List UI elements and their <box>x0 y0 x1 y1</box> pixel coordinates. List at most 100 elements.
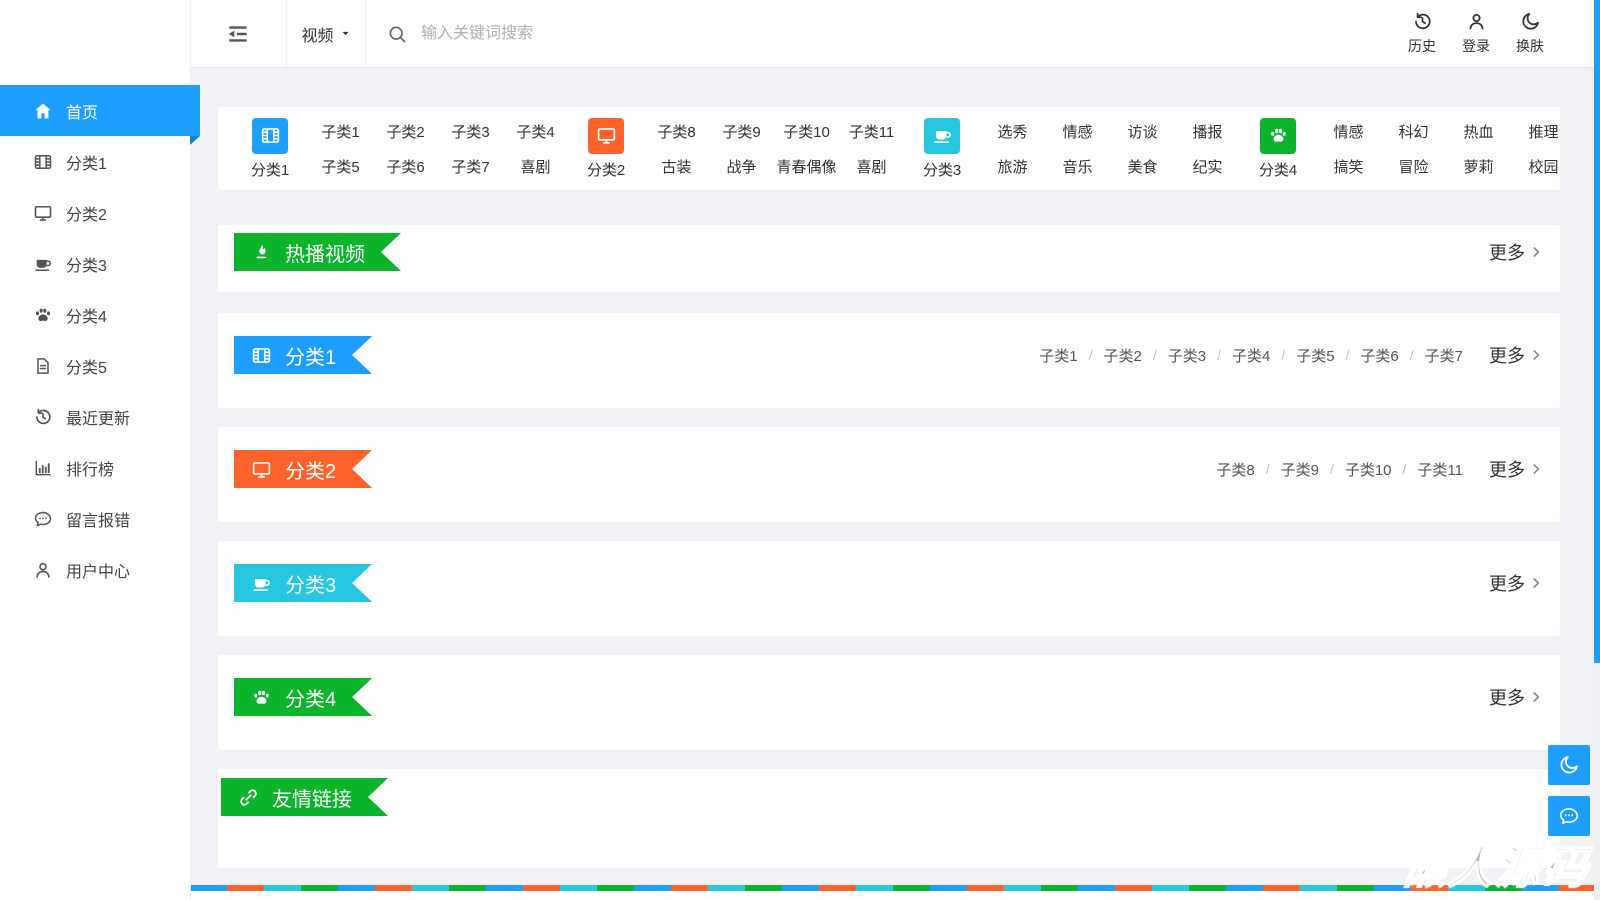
channel-dropdown[interactable]: 视频 <box>287 0 366 67</box>
scrollbar-thumb[interactable] <box>1594 0 1600 663</box>
skin-button[interactable]: 换肤 <box>1516 11 1544 56</box>
quick-subcategory-link[interactable]: 访谈 <box>1127 121 1157 142</box>
separator: / <box>1402 461 1407 477</box>
quick-subcategory-link[interactable]: 科幻 <box>1398 121 1428 142</box>
quick-subcategory-link[interactable]: 子类4 <box>516 121 554 142</box>
coffee-icon <box>251 573 272 594</box>
subcategory-link[interactable]: 子类9 <box>1281 459 1319 480</box>
login-label: 登录 <box>1462 38 1490 54</box>
section-card-hot: 热播视频 更多 <box>218 225 1560 292</box>
quick-subcategory-link[interactable]: 战争 <box>726 156 756 177</box>
login-button[interactable]: 登录 <box>1462 11 1490 56</box>
topbar: 视频 历史 登录 换肤 <box>190 0 1600 68</box>
outdent-icon <box>225 21 251 47</box>
subcategory-link[interactable]: 子类3 <box>1168 345 1206 366</box>
quick-subcategory-link[interactable]: 子类2 <box>386 121 424 142</box>
quick-category[interactable]: 分类4 <box>1240 117 1316 180</box>
quick-subcategory-link[interactable]: 校园 <box>1528 156 1558 177</box>
more-link[interactable]: 更多 <box>1489 342 1544 368</box>
quick-category[interactable]: 分类1 <box>232 117 308 180</box>
quick-subcategory-link[interactable]: 情感 <box>1333 121 1363 142</box>
quick-category[interactable]: 分类2 <box>568 117 644 180</box>
quick-categories-card: 分类1 子类1 子类5 子类2 子类6 子类3 子类7 子类4 喜剧 分类2 子类8 古装 子类9 战争子… <box>218 107 1560 190</box>
collapse-menu-button[interactable] <box>190 0 287 67</box>
quick-subcategory-link[interactable]: 旅游 <box>997 156 1027 177</box>
quick-subcategory-column: 访谈 美食 <box>1110 121 1175 177</box>
sidebar-item-category2[interactable]: 分类2 <box>0 187 190 238</box>
quick-subcategory-link[interactable]: 冒险 <box>1398 156 1428 177</box>
quick-subcategory-link[interactable]: 纪实 <box>1192 156 1222 177</box>
coffee-icon <box>924 117 960 154</box>
subcategory-link[interactable]: 子类8 <box>1216 459 1254 480</box>
sidebar-item-category4[interactable]: 分类4 <box>0 289 190 340</box>
quick-category[interactable]: 分类3 <box>904 117 980 180</box>
quick-subcategory-link[interactable]: 子类1 <box>321 121 359 142</box>
subcategory-link[interactable]: 子类5 <box>1296 345 1334 366</box>
more-link[interactable]: 更多 <box>1489 456 1544 482</box>
section-ribbon-category3[interactable]: 分类3 <box>234 564 372 602</box>
section-ribbon-category1[interactable]: 分类1 <box>234 336 372 374</box>
quick-subcategory-link[interactable]: 古装 <box>661 156 691 177</box>
quick-subcategory-link[interactable]: 推理 <box>1528 121 1558 142</box>
chevron-right-icon <box>1528 347 1544 363</box>
quick-subcategory-column: 子类1 子类5 <box>308 121 373 177</box>
quick-subcategory-column: 推理 校园 <box>1511 121 1560 177</box>
section-header-right: 更多 <box>1463 233 1544 271</box>
sidebar-item-ranking[interactable]: 排行榜 <box>0 442 190 493</box>
section-ribbon-category4[interactable]: 分类4 <box>234 678 372 716</box>
more-link[interactable]: 更多 <box>1489 684 1544 710</box>
comment-icon <box>1558 805 1580 827</box>
history-button[interactable]: 历史 <box>1408 11 1436 56</box>
scrollbar[interactable] <box>1594 0 1600 900</box>
quick-subcategory-link[interactable]: 子类10 <box>783 121 830 142</box>
subcategory-link[interactable]: 子类6 <box>1360 345 1398 366</box>
feedback-button[interactable] <box>1548 796 1590 836</box>
quick-subcategory-link[interactable]: 子类7 <box>451 156 489 177</box>
quick-subcategory-link[interactable]: 青春偶像 <box>776 156 836 177</box>
sidebar-item-user-center[interactable]: 用户中心 <box>0 544 190 595</box>
subcategory-link[interactable]: 子类7 <box>1425 345 1463 366</box>
quick-subcategory-link[interactable]: 选秀 <box>997 121 1027 142</box>
user-icon <box>33 560 53 580</box>
subcategory-link[interactable]: 子类4 <box>1232 345 1270 366</box>
quick-subcategory-link[interactable]: 音乐 <box>1062 156 1092 177</box>
quick-subcategory-link[interactable]: 子类8 <box>657 121 695 142</box>
quick-subcategory-link[interactable]: 喜剧 <box>856 156 886 177</box>
subcategory-link[interactable]: 子类10 <box>1345 459 1392 480</box>
sidebar-item-feedback[interactable]: 留言报错 <box>0 493 190 544</box>
search-input[interactable] <box>419 23 803 44</box>
section-ribbon-hot[interactable]: 热播视频 <box>234 233 401 271</box>
quick-subcategory-link[interactable]: 子类3 <box>451 121 489 142</box>
quick-category-group: 分类3 选秀 旅游 情感 音乐 访谈 美食 播报 纪实 <box>904 117 1240 180</box>
sidebar-item-category5[interactable]: 分类5 <box>0 340 190 391</box>
quick-subcategory-link[interactable]: 播报 <box>1192 121 1222 142</box>
quick-subcategory-link[interactable]: 子类11 <box>849 121 895 142</box>
section-header-right: 更多 <box>1463 564 1544 602</box>
quick-subcategory-link[interactable]: 搞笑 <box>1333 156 1363 177</box>
paw-icon <box>1268 125 1289 146</box>
quick-subcategory-link[interactable]: 萝莉 <box>1463 156 1493 177</box>
quick-subcategory-link[interactable]: 子类6 <box>386 156 424 177</box>
subcategory-link[interactable]: 子类1 <box>1039 345 1077 366</box>
sidebar-item-recent-updates[interactable]: 最近更新 <box>0 391 190 442</box>
quick-subcategory-column: 情感 音乐 <box>1045 121 1110 177</box>
quick-subcategory-link[interactable]: 喜剧 <box>520 156 550 177</box>
quick-subcategory-link[interactable]: 子类5 <box>321 156 359 177</box>
quick-subcategory-link[interactable]: 美食 <box>1127 156 1157 177</box>
quick-subcategory-link[interactable]: 子类9 <box>722 121 760 142</box>
quick-category-label: 分类4 <box>1258 161 1298 179</box>
section-header-right: 子类1 / 子类2 / 子类3 / 子类4 / 子类5 / 子类6 / 子类7 更多 <box>1039 336 1544 374</box>
quick-subcategory-link[interactable]: 情感 <box>1062 121 1092 142</box>
quick-subcategory-link[interactable]: 热血 <box>1463 121 1493 142</box>
quick-subcategory-column: 子类10 青春偶像 <box>774 121 839 177</box>
section-ribbon-category2[interactable]: 分类2 <box>234 450 372 488</box>
section-ribbon-friend-links[interactable]: 友情链接 <box>221 778 388 816</box>
sidebar-item-home[interactable]: 首页 <box>0 85 200 145</box>
more-link[interactable]: 更多 <box>1489 239 1544 265</box>
sidebar-item-category1[interactable]: 分类1 <box>0 136 190 187</box>
more-link[interactable]: 更多 <box>1489 570 1544 596</box>
subcategory-link[interactable]: 子类2 <box>1103 345 1141 366</box>
sidebar-item-category3[interactable]: 分类3 <box>0 238 190 289</box>
subcategory-link[interactable]: 子类11 <box>1417 459 1463 480</box>
night-mode-button[interactable] <box>1548 745 1590 785</box>
